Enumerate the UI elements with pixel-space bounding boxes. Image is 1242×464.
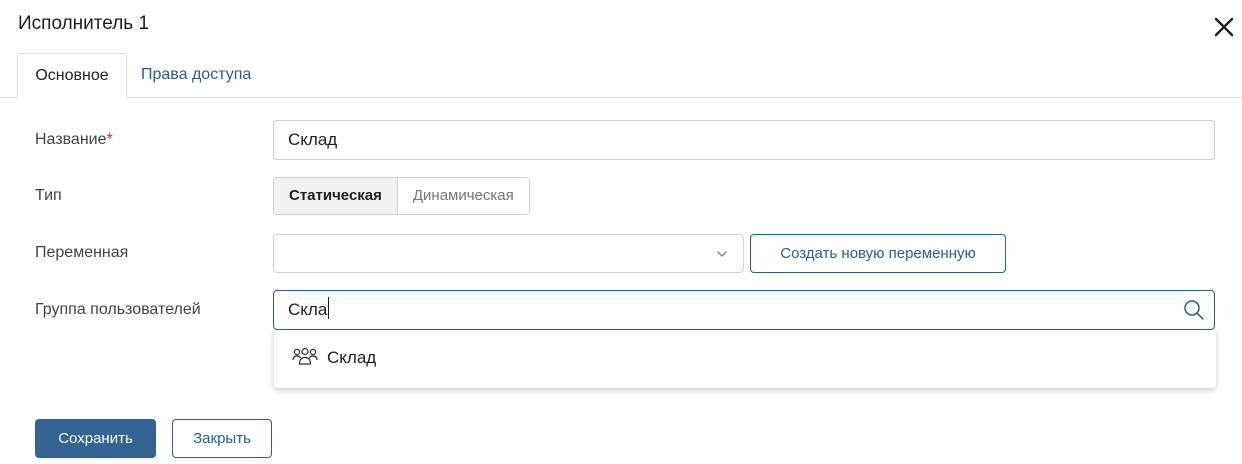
user-group-label: Группа пользователей (35, 301, 201, 318)
required-mark: * (106, 131, 113, 148)
variable-label: Переменная (35, 244, 129, 261)
tab-bar: Основное Права доступа (0, 53, 1242, 98)
suggestion-label: Склад (327, 348, 377, 367)
close-icon[interactable] (1212, 15, 1236, 39)
user-group-query: Скла (288, 300, 328, 319)
save-button[interactable]: Сохранить (35, 419, 156, 458)
create-variable-button[interactable]: Создать новую переменную (750, 234, 1006, 273)
user-group-icon (292, 347, 318, 374)
chevron-down-icon (715, 236, 729, 285)
dialog-title: Исполнитель 1 (18, 13, 150, 34)
text-caret (328, 297, 330, 319)
type-segmented-control: Статическая Динамическая (273, 177, 530, 215)
suggestion-item[interactable]: Склад (274, 330, 1216, 388)
performer-dialog: Исполнитель 1 Основное Права доступа Наз… (0, 0, 1242, 464)
type-option-dynamic[interactable]: Динамическая (397, 178, 529, 214)
user-group-suggestions: Склад (274, 330, 1216, 388)
variable-select[interactable] (273, 234, 744, 273)
type-label: Тип (35, 187, 62, 204)
tab-general[interactable]: Основное (17, 53, 127, 98)
name-label: Название* (35, 131, 113, 149)
close-button[interactable]: Закрыть (172, 419, 272, 458)
tab-access-rights[interactable]: Права доступа (141, 53, 251, 97)
type-option-static[interactable]: Статическая (274, 178, 398, 214)
name-input[interactable]: Склад (273, 120, 1215, 160)
user-group-search-input[interactable]: Скла (273, 290, 1215, 330)
name-label-text: Название (35, 131, 107, 148)
